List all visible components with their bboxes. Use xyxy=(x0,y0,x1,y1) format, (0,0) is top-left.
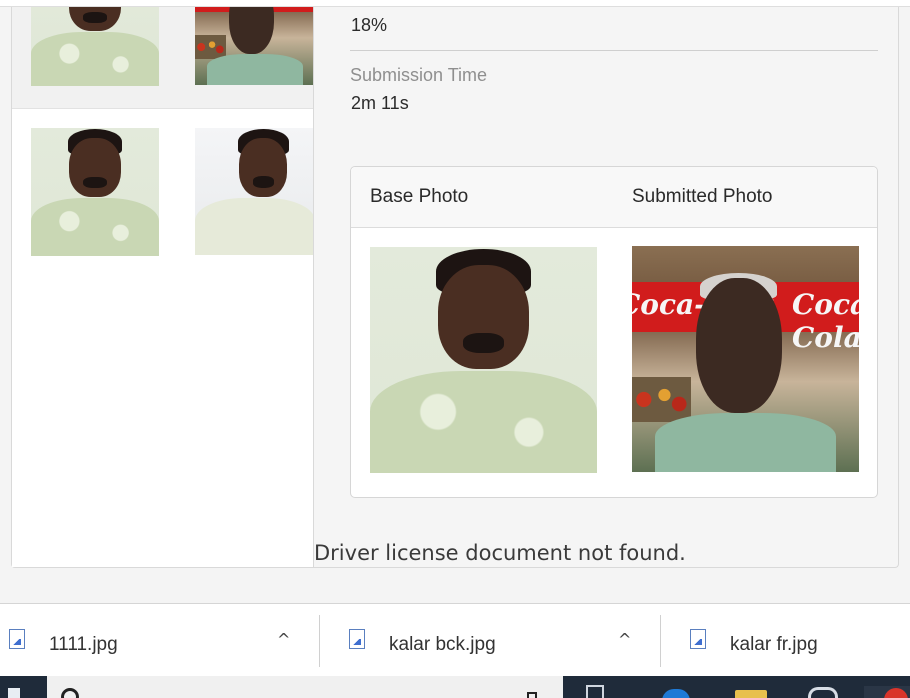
submission-time-value: 2m 11s xyxy=(351,93,409,113)
download-filename[interactable]: 1111.jpg xyxy=(49,634,118,656)
image-file-icon xyxy=(690,629,706,649)
download-item-1111[interactable]: 1111.jpg ^ xyxy=(0,604,320,677)
chevron-up-icon[interactable]: ^ xyxy=(277,630,290,649)
photo-comparison-table: Base Photo Submitted Photo Coca-Cola Coc… xyxy=(350,166,878,498)
search-icon xyxy=(61,688,79,698)
taskbar-search-box[interactable] xyxy=(47,676,563,698)
image-file-icon xyxy=(349,629,365,649)
submitted-photo-image[interactable]: Coca-Cola Coca-Cola xyxy=(632,246,859,472)
photo-thumbnail-list[interactable] xyxy=(12,7,314,567)
windows-start-icon[interactable] xyxy=(8,688,20,698)
file-explorer-icon[interactable] xyxy=(735,690,767,698)
thumbnail-selfie-photo[interactable] xyxy=(195,128,313,255)
divider xyxy=(350,50,878,51)
match-percentage-value: 18% xyxy=(351,15,388,35)
banner-text-right: Coca-Cola xyxy=(792,288,859,355)
download-bar: 1111.jpg ^ kalar bck.jpg ^ kalar fr.jpg xyxy=(0,603,910,676)
download-item-kalar-bck[interactable]: kalar bck.jpg ^ xyxy=(320,604,660,677)
chevron-up-icon[interactable]: ^ xyxy=(618,630,631,649)
submitted-photo-header: Submitted Photo xyxy=(632,186,773,207)
windows-taskbar xyxy=(0,676,910,698)
chrome-icon xyxy=(884,688,908,698)
comparison-header: Base Photo Submitted Photo xyxy=(351,167,877,228)
download-filename[interactable]: kalar fr.jpg xyxy=(730,634,818,656)
edge-browser-icon[interactable] xyxy=(662,689,690,698)
microphone-icon[interactable] xyxy=(527,692,537,698)
thumbnail-base-photo[interactable] xyxy=(31,7,159,86)
submission-time-label: Submission Time xyxy=(350,65,488,85)
task-view-icon[interactable] xyxy=(586,685,604,698)
license-not-found-message: Driver license document not found. xyxy=(314,541,686,565)
thumbnail-submitted-photo[interactable] xyxy=(195,7,313,85)
base-photo-image[interactable] xyxy=(370,247,597,473)
page-top-edge xyxy=(0,0,910,7)
download-filename[interactable]: kalar bck.jpg xyxy=(389,634,496,656)
pinned-app-icon[interactable] xyxy=(808,687,838,698)
chrome-taskbar-slot[interactable] xyxy=(864,686,910,698)
thumbnail-base-photo-2[interactable] xyxy=(31,128,159,256)
download-item-kalar-fr[interactable]: kalar fr.jpg xyxy=(661,604,910,677)
base-photo-header: Base Photo xyxy=(370,186,469,207)
thumbnail-row-selected[interactable] xyxy=(12,7,313,109)
image-file-icon xyxy=(9,629,25,649)
